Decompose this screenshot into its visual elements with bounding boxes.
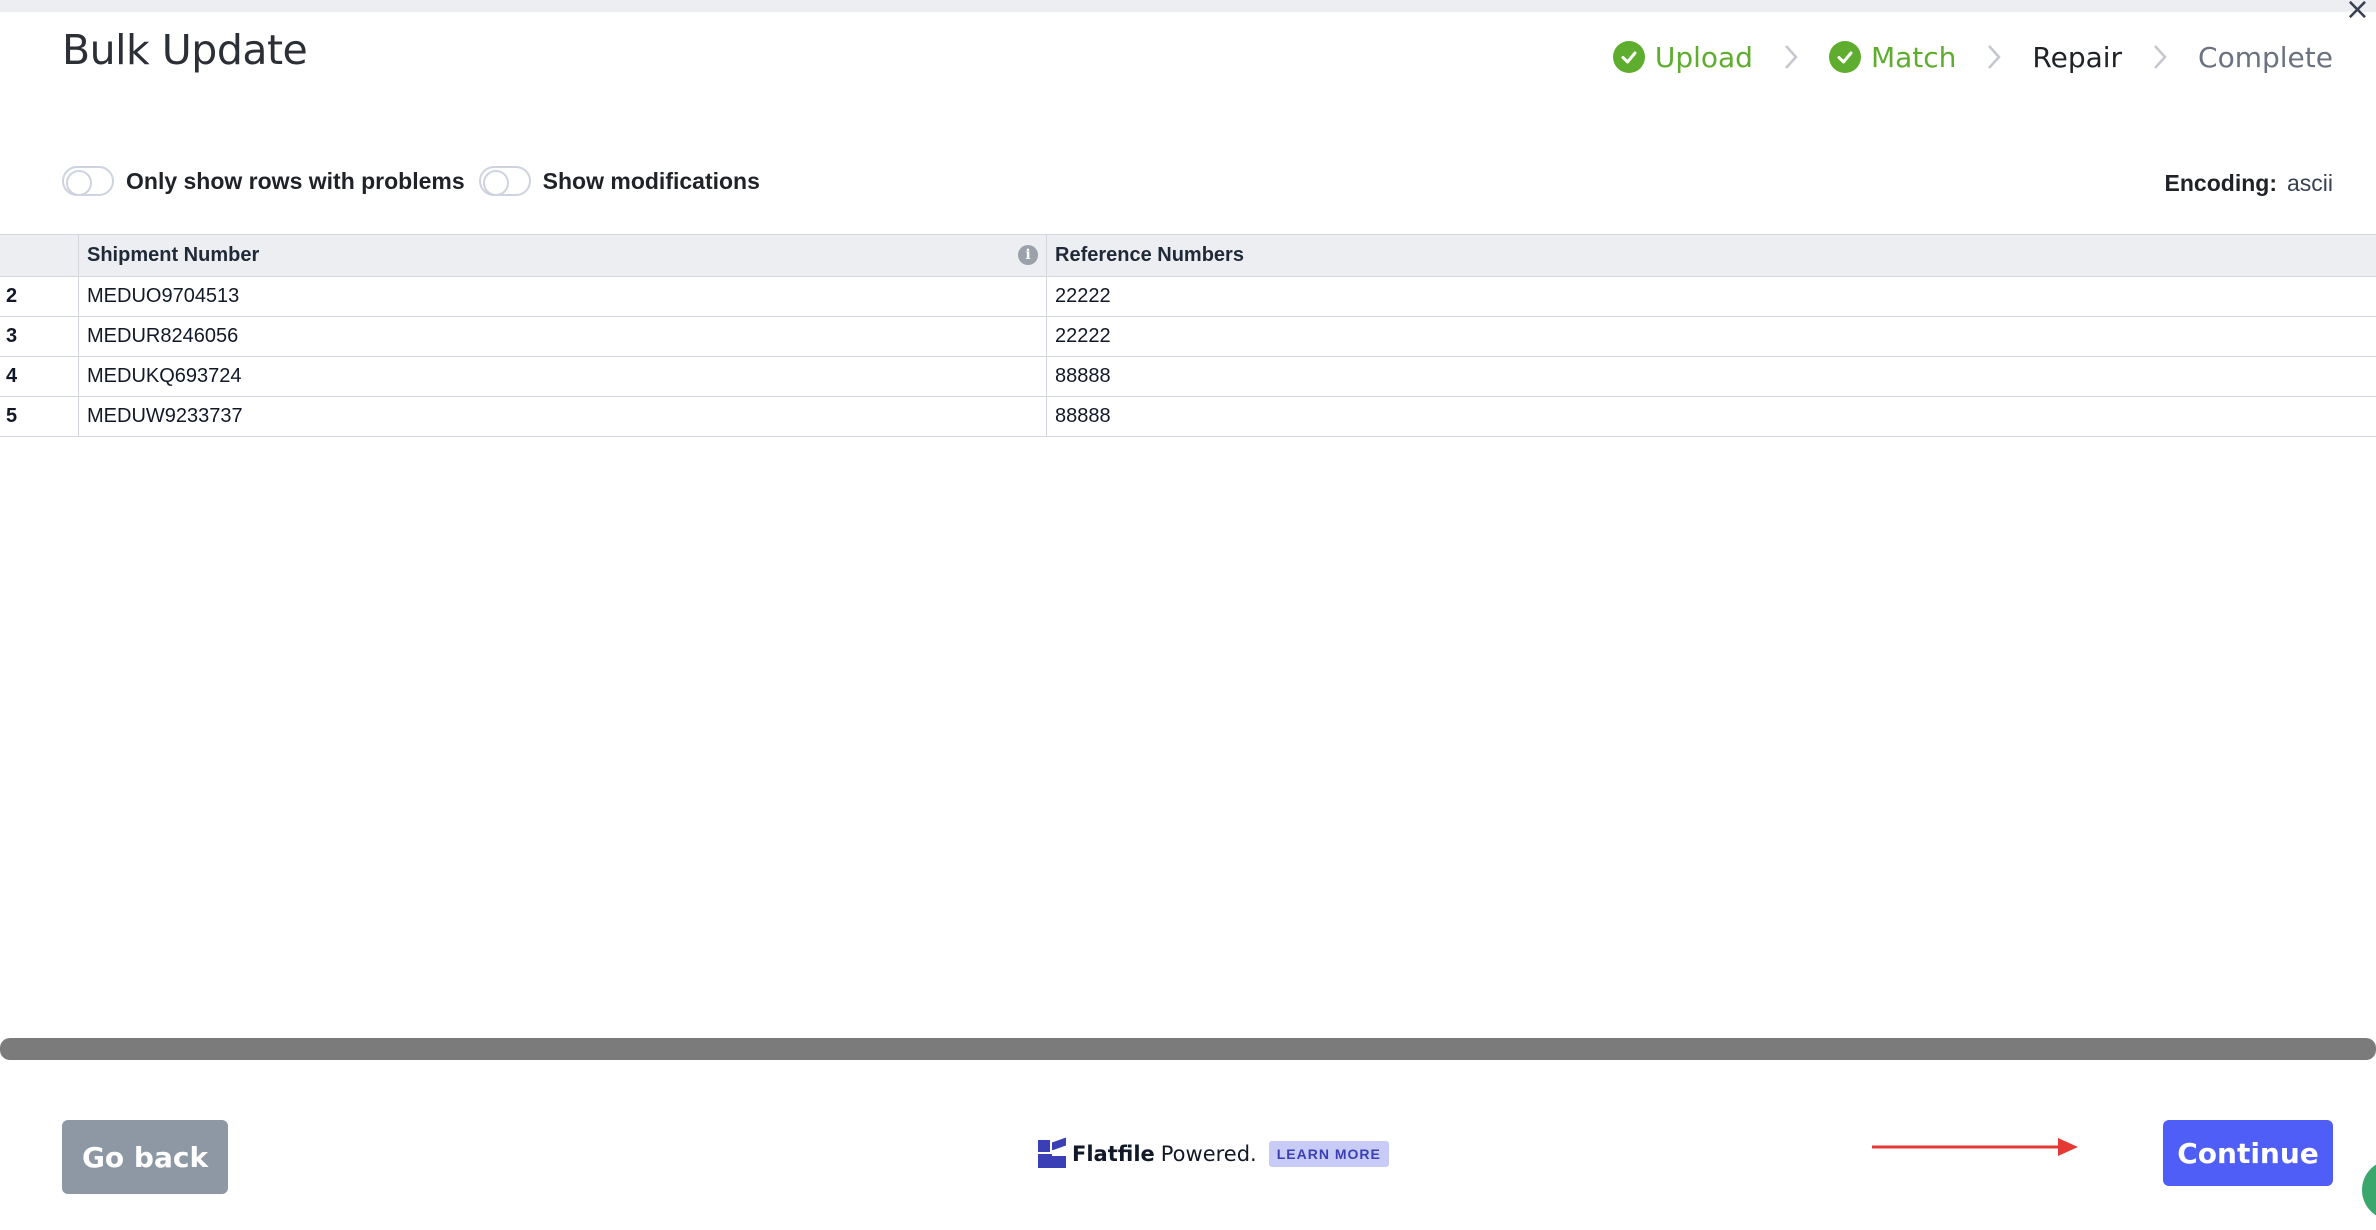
step-complete: Complete	[2198, 41, 2333, 74]
stepper: Upload Match Repair Complete	[1612, 34, 2333, 80]
row-index: 3	[0, 317, 79, 356]
flatfile-logo-icon	[1038, 1137, 1066, 1168]
check-circle-icon	[1612, 41, 1645, 73]
close-icon[interactable]: ×	[2345, 0, 2370, 27]
step-label: Repair	[2032, 40, 2123, 74]
row-index: 4	[0, 357, 79, 396]
encoding-value: ascii	[2286, 170, 2333, 196]
modifications-toggle[interactable]	[478, 166, 531, 196]
page-title: Bulk Update	[62, 26, 308, 74]
shipment-number-cell[interactable]: MEDUR8246056	[79, 317, 1047, 356]
table-header-row: Shipment Number i Reference Numbers	[0, 235, 2376, 277]
table-row: 4 MEDUKQ693724 88888	[0, 357, 2376, 397]
top-bar	[0, 0, 2376, 12]
column-header-shipment-number[interactable]: Shipment Number i	[79, 235, 1047, 276]
modifications-toggle-label: Show modifications	[542, 167, 760, 194]
step-match: Match	[1828, 40, 1957, 74]
brand-name: Flatfile	[1072, 1142, 1155, 1166]
flatfile-branding: Flatfile Powered. LEARN MORE	[1038, 1136, 1389, 1172]
step-upload: Upload	[1612, 40, 1753, 74]
table-row: 3 MEDUR8246056 22222	[0, 317, 2376, 357]
step-label: Upload	[1654, 40, 1753, 74]
go-back-button[interactable]: Go back	[62, 1120, 228, 1194]
check-circle-icon	[1828, 41, 1861, 73]
table-row: 2 MEDUO9704513 22222	[0, 277, 2376, 317]
problems-toggle-label: Only show rows with problems	[126, 167, 465, 194]
annotation-arrow-icon	[1872, 1138, 2078, 1156]
filter-toggles: Only show rows with problems Show modifi…	[62, 166, 774, 196]
reference-numbers-cell[interactable]: 88888	[1047, 397, 2376, 436]
continue-button[interactable]: Continue	[2163, 1120, 2333, 1186]
chevron-right-icon	[1785, 45, 1798, 69]
step-label: Complete	[2198, 40, 2333, 74]
chat-bubble-icon[interactable]	[2362, 1160, 2376, 1220]
reference-numbers-cell[interactable]: 22222	[1047, 317, 2376, 356]
problems-toggle[interactable]	[62, 166, 114, 196]
step-label: Match	[1870, 40, 1957, 74]
column-header-label: Shipment Number	[87, 244, 260, 266]
row-index-header	[0, 235, 79, 276]
shipment-number-cell[interactable]: MEDUW9233737	[79, 397, 1047, 436]
step-repair: Repair	[2032, 41, 2122, 74]
chevron-right-icon	[2154, 45, 2167, 69]
info-icon[interactable]: i	[1018, 245, 1038, 265]
chevron-right-icon	[1988, 45, 2002, 69]
row-index: 5	[0, 397, 79, 436]
learn-more-link[interactable]: LEARN MORE	[1268, 1141, 1389, 1167]
reference-numbers-cell[interactable]: 88888	[1047, 357, 2376, 396]
reference-numbers-cell[interactable]: 22222	[1047, 277, 2376, 316]
horizontal-scrollbar[interactable]	[0, 1038, 2376, 1060]
encoding-label: Encoding:	[2164, 170, 2277, 196]
table-row: 5 MEDUW9233737 88888	[0, 397, 2376, 437]
shipment-number-cell[interactable]: MEDUO9704513	[79, 277, 1047, 316]
encoding-info: Encoding: ascii	[2165, 170, 2333, 197]
brand-powered: Powered.	[1160, 1142, 1257, 1166]
column-header-reference-numbers[interactable]: Reference Numbers	[1047, 235, 2376, 276]
row-index: 2	[0, 277, 79, 316]
data-grid: Shipment Number i Reference Numbers 2 ME…	[0, 234, 2376, 437]
shipment-number-cell[interactable]: MEDUKQ693724	[79, 357, 1047, 396]
